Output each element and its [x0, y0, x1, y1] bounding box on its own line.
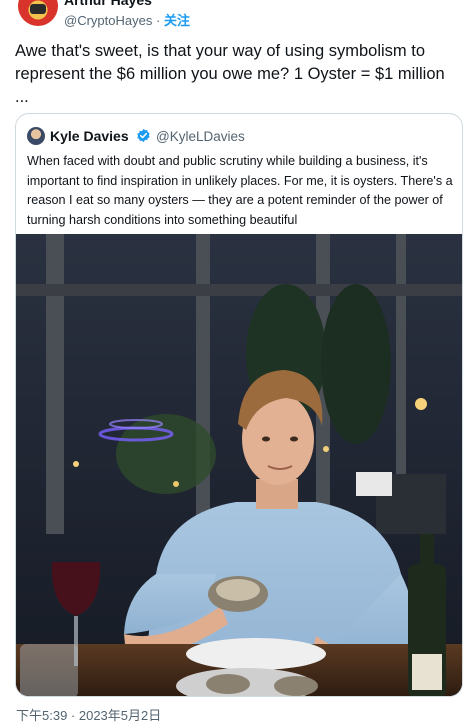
quoted-tweet-card[interactable]: Kyle Davies @KyleLDavies When faced with…: [15, 113, 463, 697]
quoted-author-handle[interactable]: @KyleLDavies: [156, 129, 245, 144]
quoted-tweet-text: When faced with doubt and public scrutin…: [27, 154, 453, 227]
author-handle-line: @CryptoHayes · 关注: [64, 10, 190, 29]
author-handle[interactable]: @CryptoHayes: [64, 13, 152, 28]
quoted-tweet-photo[interactable]: [16, 234, 462, 696]
photo-of-man-with-oyster-icon: [16, 234, 462, 696]
quoted-author-name[interactable]: Kyle Davies: [50, 128, 129, 144]
separator-dot: ·: [155, 13, 161, 28]
tweet-text: Awe that's sweet, is that your way of us…: [15, 42, 445, 106]
tweet-timestamp[interactable]: 下午5:39 · 2023年5月2日: [16, 705, 161, 722]
tweet-header: Arthur Hayes @CryptoHayes · 关注: [0, 0, 463, 30]
author-avatar[interactable]: [18, 0, 58, 26]
follow-button[interactable]: 关注: [164, 13, 190, 28]
verified-badge-icon: [137, 128, 150, 143]
quoted-author-avatar[interactable]: [27, 127, 45, 145]
author-name[interactable]: Arthur Hayes: [64, 0, 152, 8]
